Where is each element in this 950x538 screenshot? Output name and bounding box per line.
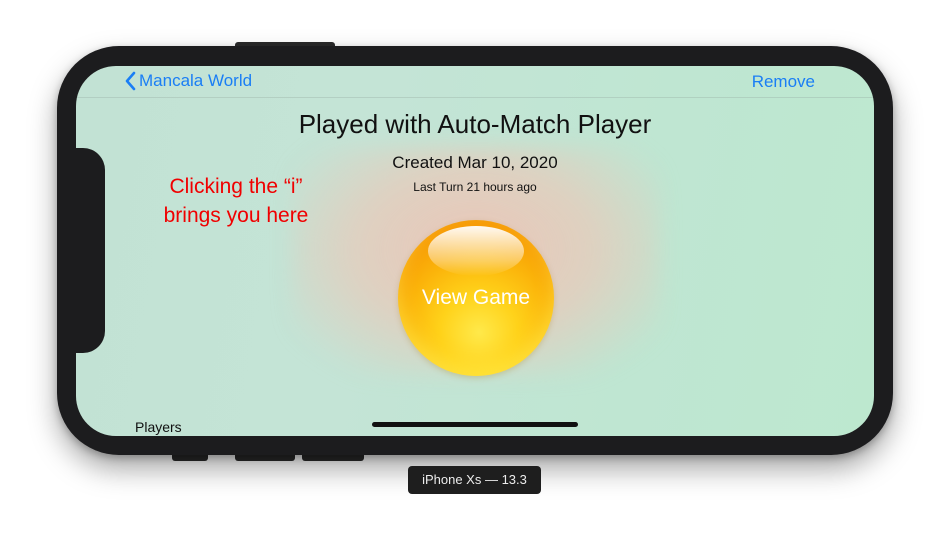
players-section-header: Players [135, 419, 182, 435]
simulator-window: Mancala World Remove Played with Auto-Ma… [0, 0, 950, 538]
page-title: Played with Auto-Match Player [298, 109, 652, 139]
annotation-note: Clicking the “i” brings you here [136, 172, 336, 230]
back-button-label: Mancala World [139, 71, 253, 90]
created-date: Created Mar 10, 2020 [392, 153, 558, 172]
device-label: iPhone Xs — 13.3 [408, 466, 541, 494]
app-screen: Mancala World Remove Played with Auto-Ma… [76, 66, 874, 436]
back-button[interactable]: Mancala World [124, 71, 252, 91]
remove-button[interactable]: Remove [752, 72, 815, 92]
view-game-button[interactable]: View Game [398, 220, 554, 376]
navigation-bar: Mancala World Remove [76, 66, 874, 98]
home-indicator[interactable] [372, 422, 578, 427]
annotation-line-1: Clicking the “i” [169, 175, 303, 198]
view-game-label: View Game [421, 286, 531, 309]
device-notch [76, 148, 105, 353]
annotation-line-2: brings you here [163, 204, 309, 227]
chevron-left-icon [124, 71, 136, 91]
button-highlight [428, 226, 524, 276]
